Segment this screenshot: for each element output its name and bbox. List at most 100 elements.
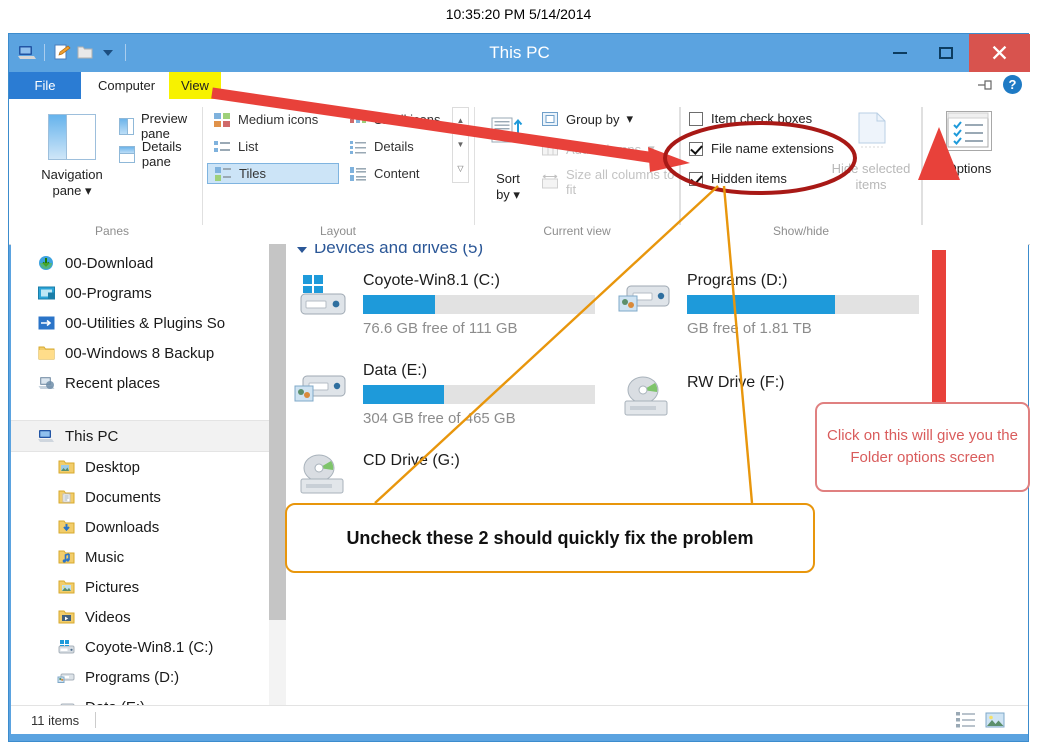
layout-gallery-scroll[interactable]: ▲ ▼ ▽ (452, 107, 469, 183)
drive-tile-f[interactable]: RW Drive (F:) (617, 374, 784, 424)
nav-item-coyote-win81-c[interactable]: Coyote-Win8.1 (C:) (11, 632, 269, 662)
layout-list[interactable]: List (207, 136, 339, 157)
file-list-panel[interactable]: Devices and drives (5) Coyote-Win8.1 (C:… (287, 244, 1028, 731)
sort-by-button[interactable]: Sort by ▾ (481, 107, 535, 215)
tab-view[interactable]: View (169, 72, 221, 99)
drive-tile-g[interactable]: CD Drive (G:) (293, 452, 460, 502)
details-pane-icon (119, 145, 135, 163)
scrollbar-thumb[interactable] (269, 244, 286, 620)
desktop-folder-icon (57, 458, 76, 476)
tab-file[interactable]: File (9, 72, 81, 99)
details-view-icon[interactable] (955, 710, 977, 730)
nav-item-label: 00-Programs (65, 284, 152, 302)
windows-hard-drive-icon (293, 272, 351, 322)
layout-expand-icon[interactable]: ▽ (453, 156, 468, 180)
nav-item-00-windows-8-backup[interactable]: 00-Windows 8 Backup (11, 338, 269, 368)
navigation-pane[interactable]: 00-Download 00-Programs 00-Utilities & P… (11, 244, 270, 731)
hide-selected-items-button: Hide selected items (827, 107, 915, 193)
nav-item-desktop[interactable]: Desktop (11, 452, 269, 482)
nav-item-recent-places[interactable]: Recent places (11, 368, 269, 398)
group-by-label: Group by (566, 111, 620, 127)
details-pane-toggle[interactable]: Details pane (119, 139, 201, 169)
drive-name: Programs (D:) (687, 272, 788, 289)
nav-item-pictures[interactable]: Pictures (11, 572, 269, 602)
tiles-view-icon (214, 166, 232, 182)
tab-computer[interactable]: Computer (87, 72, 166, 99)
layout-medium-icons[interactable]: Medium icons (207, 109, 339, 130)
nav-item-this-pc[interactable]: This PC (11, 420, 269, 452)
nav-item-00-download[interactable]: 00-Download (11, 248, 269, 278)
group-label-current-view: Current view (543, 224, 611, 238)
large-icons-view-icon[interactable] (984, 710, 1006, 730)
pictures-folder-icon (57, 578, 76, 596)
capacity-bar (687, 295, 919, 314)
ribbon: Navigation pane ▾ Preview pane Details p… (9, 99, 1030, 245)
drive-tile-e[interactable]: Data (E:) 304 GB free of 465 GB (293, 362, 595, 427)
hidden-items-toggle[interactable]: Hidden items (689, 171, 787, 186)
add-columns-dropdown-icon: ▾ (648, 141, 655, 156)
navigation-scrollbar[interactable]: ▼ (269, 244, 286, 731)
drive-tile-d[interactable]: Programs (D:) GB free of 1.81 TB (617, 272, 919, 337)
nav-item-label: Desktop (85, 458, 141, 476)
layout-content[interactable]: Content (343, 163, 451, 184)
hidden-items-checkbox[interactable] (689, 171, 703, 186)
nav-item-downloads[interactable]: Downloads (11, 512, 269, 542)
minimize-icon (877, 34, 923, 72)
file-name-extensions-toggle[interactable]: File name extensions (689, 141, 834, 156)
group-divider-show-hide-left (679, 107, 680, 225)
drive-tile-c[interactable]: Coyote-Win8.1 (C:) 76.6 GB free of 111 G… (293, 272, 595, 337)
layout-small-icons[interactable]: Small icons (343, 109, 451, 130)
item-check-boxes-toggle[interactable]: Item check boxes (689, 111, 812, 126)
layout-tiles[interactable]: Tiles (207, 163, 339, 184)
preview-pane-icon (119, 117, 134, 135)
nav-item-music[interactable]: Music (11, 542, 269, 572)
group-by-button[interactable]: Group by ▾ (541, 111, 633, 127)
minimize-ribbon-icon[interactable] (975, 76, 997, 94)
documents-folder-icon (57, 488, 76, 506)
nav-item-label: Coyote-Win8.1 (C:) (85, 638, 214, 656)
layout-details-label: Details (374, 139, 414, 154)
network-drive-icon (617, 272, 675, 322)
group-label-layout: Layout (319, 224, 357, 238)
file-name-extensions-label: File name extensions (711, 141, 834, 156)
nav-item-videos[interactable]: Videos (11, 602, 269, 632)
layout-medium-icons-label: Medium icons (238, 112, 319, 127)
nav-item-00-utilities-plugins[interactable]: 00-Utilities & Plugins So (11, 308, 269, 338)
nav-item-documents[interactable]: Documents (11, 482, 269, 512)
layout-details[interactable]: Details (343, 136, 451, 157)
sort-by-icon (491, 115, 525, 151)
close-button[interactable]: ✕ (969, 34, 1030, 72)
size-all-columns-button: Size all columns to fit (541, 167, 679, 197)
file-name-extensions-checkbox[interactable] (689, 141, 703, 156)
collapse-triangle-icon[interactable] (297, 246, 307, 253)
ribbon-tab-strip: File Computer View ? (9, 72, 1030, 99)
capacity-bar-fill (687, 295, 836, 314)
tab-computer-label: Computer (98, 78, 156, 93)
group-by-dropdown-icon[interactable]: ▾ (626, 111, 633, 127)
nav-item-00-programs[interactable]: 00-Programs (11, 278, 269, 308)
music-folder-icon (57, 548, 76, 566)
options-button[interactable]: Options (935, 107, 1003, 176)
size-columns-icon (541, 174, 559, 190)
drive-name: Coyote-Win8.1 (C:) (363, 272, 500, 289)
layout-scroll-down-icon[interactable]: ▼ (453, 132, 468, 156)
medium-icons-icon (213, 112, 231, 128)
help-icon[interactable]: ? (1003, 75, 1022, 94)
windows-drive-icon (57, 638, 76, 656)
navigation-pane-icon (48, 114, 96, 160)
details-pane-label: Details pane (141, 139, 182, 169)
folder-icon (37, 344, 56, 362)
programs-folder-icon (37, 284, 56, 302)
devices-and-drives-header[interactable]: Devices and drives (5) (297, 244, 483, 258)
maximize-button[interactable] (923, 34, 969, 72)
minimize-button[interactable] (877, 34, 923, 72)
navigation-pane-button[interactable]: Navigation pane ▾ (29, 107, 115, 215)
item-check-boxes-checkbox[interactable] (689, 111, 703, 126)
nav-item-programs-d[interactable]: Programs (D:) (11, 662, 269, 692)
download-folder-icon (37, 254, 56, 272)
layout-scroll-up-icon[interactable]: ▲ (453, 108, 468, 132)
ribbon-help-area: ? (975, 75, 1022, 94)
capacity-bar-fill (363, 295, 435, 314)
preview-pane-toggle[interactable]: Preview pane (119, 111, 201, 141)
preview-pane-label: Preview pane (140, 111, 188, 141)
